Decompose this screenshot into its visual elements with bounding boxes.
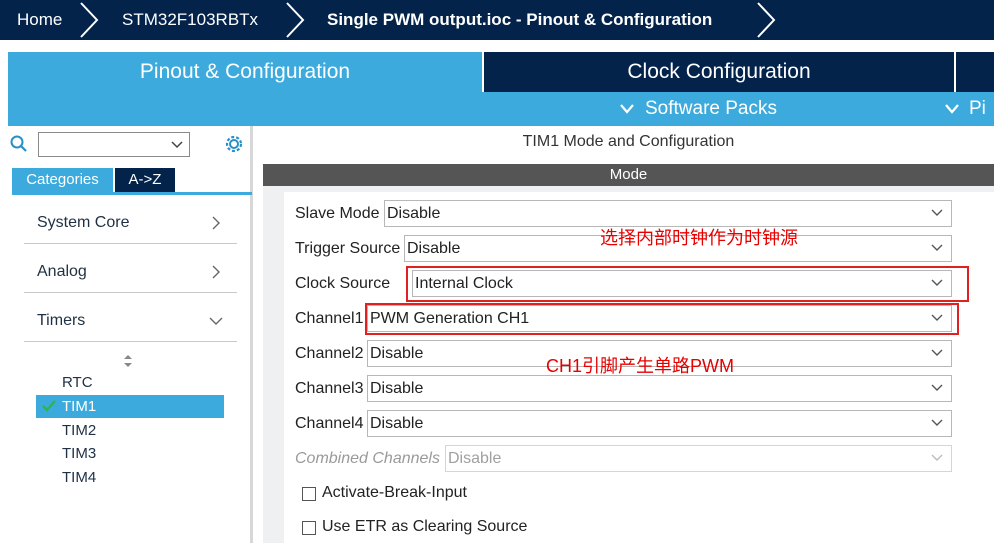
channel1-annotation: CH1引脚产生单路PWM <box>546 356 734 376</box>
channel1-highlight <box>365 303 959 335</box>
trigger-source-value: Disable <box>407 240 461 257</box>
breadcrumb-device[interactable]: STM32F103RBTx <box>122 0 258 40</box>
slave-mode-value: Disable <box>387 205 441 222</box>
search-input[interactable] <box>38 132 190 157</box>
tab-pinout-configuration[interactable]: Pinout & Configuration <box>8 52 482 92</box>
software-packs-menu[interactable]: Software Packs <box>645 92 777 126</box>
tab-clock-configuration[interactable]: Clock Configuration <box>484 52 954 92</box>
category-analog[interactable]: Analog <box>24 253 237 293</box>
channel1-label: Channel1 <box>295 310 364 327</box>
breadcrumb-home[interactable]: Home <box>17 0 62 40</box>
chevron-down-icon <box>931 454 943 461</box>
timer-tim2[interactable]: TIM2 <box>36 419 224 442</box>
sub-tabbar: Software Packs Pi <box>8 92 994 126</box>
sort-icon[interactable] <box>122 354 134 368</box>
chevron-down-icon <box>620 104 634 114</box>
tab-project-manager[interactable] <box>956 52 994 92</box>
chevron-down-icon <box>931 349 943 356</box>
panel-title: TIM1 Mode and Configuration <box>522 133 735 150</box>
mode-section-header[interactable]: Mode <box>263 164 994 186</box>
use-etr-label: Use ETR as Clearing Source <box>322 518 528 535</box>
chevron-down-icon <box>931 384 943 391</box>
clock-source-annotation: 选择内部时钟作为时钟源 <box>600 228 798 248</box>
chevron-down-icon <box>931 419 943 426</box>
category-timers[interactable]: Timers <box>24 302 237 342</box>
channel4-value: Disable <box>370 415 424 432</box>
category-label: System Core <box>37 214 130 231</box>
search-icon[interactable] <box>10 135 28 153</box>
chevron-down-icon <box>171 141 183 149</box>
activate-break-input-checkbox[interactable] <box>302 487 316 501</box>
combined-channels-value: Disable <box>448 450 502 467</box>
combined-channels-label: Combined Channels <box>295 450 440 467</box>
gear-icon[interactable] <box>223 133 245 155</box>
channel2-value: Disable <box>370 345 424 362</box>
tab-a-to-z[interactable]: A->Z <box>115 168 175 192</box>
breadcrumb-file[interactable]: Single PWM output.ioc - Pinout & Configu… <box>327 0 712 40</box>
chevron-right-icon <box>212 216 220 230</box>
chevron-right-icon <box>212 265 220 279</box>
chevron-right-icon <box>80 2 99 38</box>
channel4-select[interactable]: Disable <box>367 410 952 437</box>
category-system-core[interactable]: System Core <box>24 204 237 244</box>
chevron-right-icon <box>286 2 305 38</box>
channel3-select[interactable]: Disable <box>367 375 952 402</box>
pinout-menu[interactable]: Pi <box>969 92 986 126</box>
slave-mode-select[interactable]: Disable <box>384 200 952 227</box>
main-tabbar: Pinout & Configuration Clock Configurati… <box>0 52 994 92</box>
timer-tim4[interactable]: TIM4 <box>36 466 224 489</box>
timer-label: TIM1 <box>62 398 97 415</box>
combined-channels-select: Disable <box>445 445 952 472</box>
check-icon <box>42 400 56 412</box>
timer-rtc[interactable]: RTC <box>36 371 224 394</box>
channel3-label: Channel3 <box>295 380 364 397</box>
chevron-down-icon <box>945 104 959 114</box>
chevron-down-icon <box>209 317 223 325</box>
app-window: Home STM32F103RBTx Single PWM output.ioc… <box>0 0 994 543</box>
chevron-down-icon <box>931 209 943 216</box>
category-label: Analog <box>37 263 87 280</box>
tab-underline <box>12 192 252 195</box>
use-etr-checkbox[interactable] <box>302 521 316 535</box>
category-label: Timers <box>37 312 86 329</box>
timer-tim1[interactable]: TIM1 <box>36 395 224 418</box>
channel4-label: Channel4 <box>295 415 364 432</box>
chevron-right-icon <box>757 2 776 38</box>
activate-break-input-label: Activate-Break-Input <box>322 484 467 501</box>
slave-mode-label: Slave Mode <box>295 205 380 222</box>
clock-source-label: Clock Source <box>295 275 391 292</box>
clock-source-highlight <box>406 266 969 302</box>
channel2-label: Channel2 <box>295 345 364 362</box>
trigger-source-label: Trigger Source <box>295 240 401 257</box>
breadcrumb: Home STM32F103RBTx Single PWM output.ioc… <box>0 0 994 40</box>
channel3-value: Disable <box>370 380 424 397</box>
tab-categories[interactable]: Categories <box>12 168 113 192</box>
chevron-down-icon <box>931 244 943 251</box>
timer-tim3[interactable]: TIM3 <box>36 442 224 465</box>
